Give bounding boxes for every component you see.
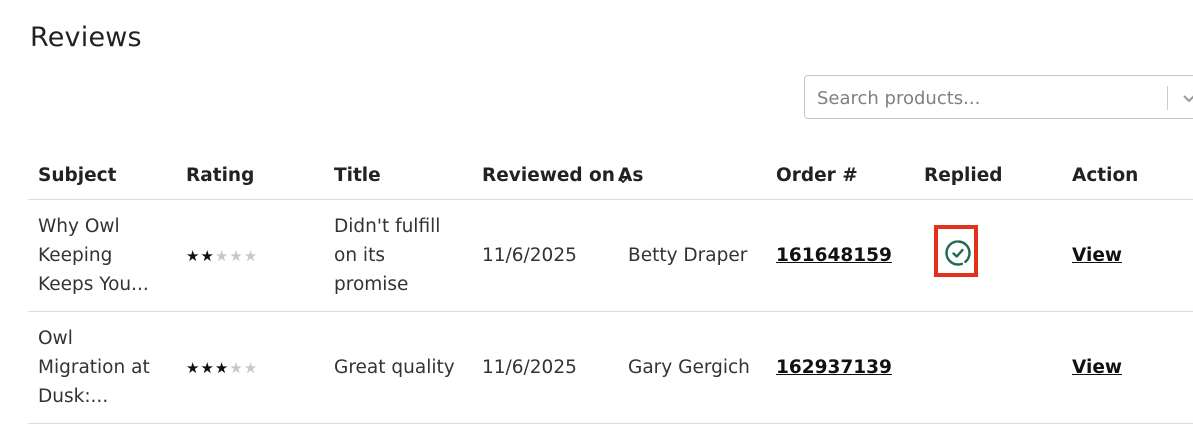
title-line: promise [334, 274, 409, 295]
reviewer-name: Gary Gergich [618, 311, 766, 424]
reviewer-name: Betty Draper [618, 199, 766, 312]
column-header-reviewed-on[interactable]: Reviewed on [472, 152, 628, 200]
order-number-link[interactable]: 162937139 [776, 357, 892, 378]
star-icon: ★ [243, 359, 258, 377]
search-separator [1167, 86, 1168, 110]
check-circle-icon [945, 240, 971, 266]
title-line: on its [334, 245, 385, 266]
subject-line: Owl [38, 328, 73, 349]
review-subject[interactable]: Owl Migration at Dusk:... [28, 311, 176, 424]
subject-line: Why Owl [38, 216, 120, 237]
page-title: Reviews [30, 22, 142, 53]
star-rating: ★ ★ ★ ★ ★ [186, 249, 257, 264]
view-review-link[interactable]: View [1072, 357, 1122, 378]
replied-cell [914, 199, 1062, 312]
review-title: Great quality [324, 311, 472, 424]
order-number-link[interactable]: 161648159 [776, 245, 892, 266]
column-header-order[interactable]: Order # [766, 152, 914, 200]
chevron-down-icon[interactable] [1181, 88, 1193, 108]
subject-line: Migration at [38, 357, 150, 378]
review-rating: ★ ★ ★ ★ ★ [176, 199, 324, 312]
table-row: Why Owl Keeping Keeps You... ★ ★ ★ ★ ★ Didn'… [28, 199, 1193, 312]
order-number-cell: 161648159 [766, 199, 914, 312]
reviews-table: Subject Rating Title Reviewed on As Orde… [28, 152, 1193, 424]
star-icon: ★ [200, 359, 214, 377]
column-header-replied[interactable]: Replied [914, 152, 1062, 200]
subject-line: Keeps You... [38, 274, 149, 295]
action-cell: View [1062, 199, 1193, 312]
search-input[interactable] [817, 86, 1157, 110]
star-icon: ★ [214, 359, 229, 377]
table-header-row: Subject Rating Title Reviewed on As Orde… [28, 152, 1193, 200]
star-icon: ★ [229, 247, 243, 265]
review-rating: ★ ★ ★ ★ ★ [176, 311, 324, 424]
action-cell: View [1062, 311, 1193, 424]
column-header-rating[interactable]: Rating [176, 152, 324, 200]
order-number-cell: 162937139 [766, 311, 914, 424]
star-icon: ★ [200, 247, 214, 265]
star-icon: ★ [243, 247, 258, 265]
product-search[interactable] [804, 75, 1193, 119]
table-row: Owl Migration at Dusk:... ★ ★ ★ ★ ★ Great qu… [28, 311, 1193, 424]
replied-cell [914, 311, 1062, 424]
column-header-action: Action [1062, 152, 1193, 200]
reviewed-on-date: 11/6/2025 [472, 199, 618, 312]
review-subject[interactable]: Why Owl Keeping Keeps You... [28, 199, 176, 312]
star-icon: ★ [186, 247, 200, 265]
star-rating: ★ ★ ★ ★ ★ [186, 361, 257, 376]
subject-line: Keeping [38, 245, 113, 266]
reviewed-on-date: 11/6/2025 [472, 311, 618, 424]
star-icon: ★ [214, 247, 229, 265]
view-review-link[interactable]: View [1072, 245, 1122, 266]
title-line: Great quality [334, 357, 455, 378]
column-header-title[interactable]: Title [324, 152, 472, 200]
review-title: Didn't fulfill on its promise [324, 199, 472, 312]
star-icon: ★ [186, 359, 200, 377]
column-header-as[interactable]: As [618, 152, 766, 200]
subject-line: Dusk:... [38, 386, 109, 407]
column-header-subject[interactable]: Subject [28, 152, 176, 200]
title-line: Didn't fulfill [334, 216, 441, 237]
column-header-reviewed-on-label: Reviewed on [482, 165, 615, 186]
star-icon: ★ [229, 359, 243, 377]
replied-indicator[interactable] [934, 225, 978, 277]
